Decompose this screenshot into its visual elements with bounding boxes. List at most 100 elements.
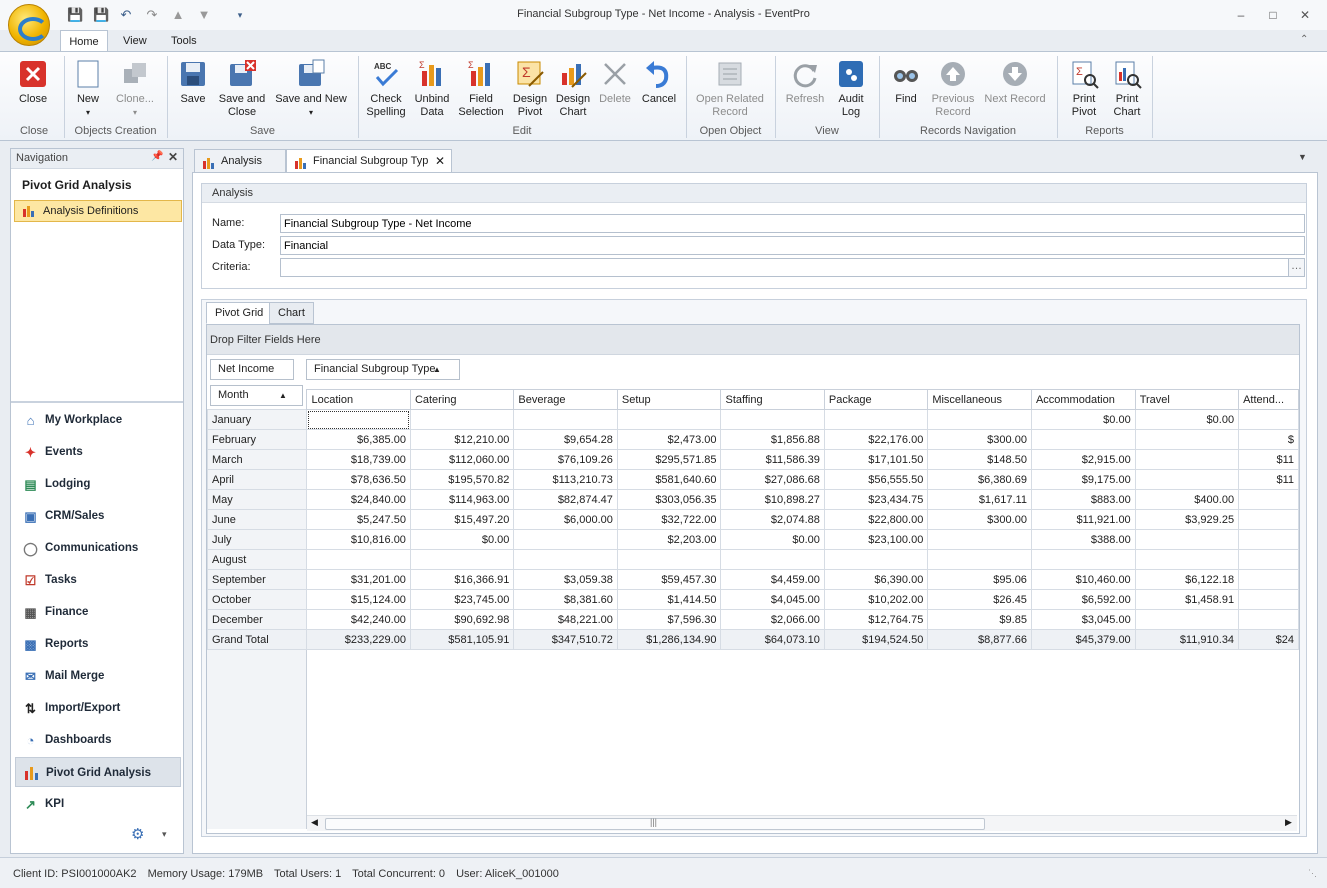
data-cell[interactable]: $42,240.00 [306,609,411,630]
data-cell[interactable]: $2,915.00 [1030,449,1136,470]
previous-record-button[interactable]: Previous Record [928,56,978,119]
data-cell[interactable]: $95.06 [927,569,1032,590]
data-cell[interactable]: $9.85 [927,609,1032,630]
save-button[interactable]: Save [176,56,210,106]
column-header[interactable]: Miscellaneous [927,389,1032,410]
data-cell[interactable]: $18,739.00 [306,449,411,470]
data-cell[interactable] [409,549,515,570]
nav-item-dashboards[interactable]: ◔ Dashboards [15,725,181,755]
data-cell[interactable] [513,409,618,430]
data-cell[interactable] [1134,609,1240,630]
data-cell[interactable] [1238,529,1299,550]
data-cell[interactable]: $0.00 [1030,409,1136,430]
data-cell[interactable] [409,409,515,430]
scroll-left-icon[interactable]: ◀ [311,817,318,828]
data-cell[interactable] [1238,489,1299,510]
data-cell[interactable]: $2,066.00 [720,609,825,630]
design-pivot-button[interactable]: Σ Design Pivot [510,56,550,119]
data-cell[interactable]: $31,201.00 [306,569,411,590]
ribbon-tab-home[interactable]: Home [60,30,108,52]
name-field[interactable] [280,214,1305,233]
grand-total-cell[interactable]: $1,286,134.90 [616,629,722,650]
grand-total-cell[interactable]: $347,510.72 [513,629,618,650]
data-cell[interactable]: $5,247.50 [306,509,411,530]
column-field-financial-subgroup[interactable]: Financial Subgroup Type ▲ [306,359,460,380]
app-logo-icon[interactable] [8,4,50,46]
find-button[interactable]: Find [888,56,924,106]
column-header[interactable]: Location [306,389,411,410]
data-cell[interactable]: $295,571.85 [616,449,722,470]
data-cell[interactable] [513,529,618,550]
column-header[interactable]: Catering [409,389,515,410]
data-cell[interactable]: $1,856.88 [720,429,825,450]
grand-total-cell[interactable]: $64,073.10 [720,629,825,650]
data-cell[interactable]: $883.00 [1030,489,1136,510]
tab-pivot-grid[interactable]: Pivot Grid [206,302,273,324]
maximize-icon[interactable]: □ [1264,7,1282,23]
data-cell[interactable] [513,549,618,570]
data-cell[interactable] [1238,589,1299,610]
data-cell[interactable]: $10,816.00 [306,529,411,550]
row-header[interactable]: October [207,589,308,610]
data-cell[interactable]: $11,921.00 [1030,509,1136,530]
refresh-button[interactable]: Refresh [782,56,828,106]
data-cell[interactable]: $22,800.00 [823,509,929,530]
nav-item-lodging[interactable]: ▤ Lodging [15,469,181,499]
column-header[interactable]: Setup [616,389,722,410]
data-cell[interactable]: $3,045.00 [1030,609,1136,630]
data-cell[interactable] [1030,549,1136,570]
data-cell[interactable]: $15,497.20 [409,509,515,530]
tab-chart[interactable]: Chart [269,302,314,324]
data-cell[interactable] [616,549,722,570]
data-cell[interactable]: $6,122.18 [1134,569,1240,590]
row-header[interactable]: January [207,409,308,430]
data-cell[interactable] [1238,569,1299,590]
data-cell[interactable]: $23,434.75 [823,489,929,510]
data-cell[interactable]: $303,056.35 [616,489,722,510]
data-cell[interactable] [720,409,825,430]
row-header[interactable]: December [207,609,308,630]
nav-analysis-definitions[interactable]: Analysis Definitions [14,200,182,222]
data-cell[interactable]: $27,086.68 [720,469,825,490]
data-cell[interactable] [823,409,929,430]
gear-icon[interactable]: ⚙ [131,825,144,843]
data-cell[interactable]: $11 [1238,449,1299,470]
open-related-record-button[interactable]: Open Related Record [692,56,768,119]
nav-item-reports[interactable]: ▩ Reports [15,629,181,659]
row-header[interactable]: June [207,509,308,530]
nav-item-pivot-grid-analysis[interactable]: Pivot Grid Analysis [15,757,181,787]
field-selection-button[interactable]: Σ Field Selection [458,56,504,119]
data-cell[interactable] [1134,529,1240,550]
data-type-field[interactable] [280,236,1305,255]
row-header[interactable]: March [207,449,308,470]
data-cell[interactable] [1238,409,1299,430]
nav-item-crm-sales[interactable]: ▣ CRM/Sales [15,501,181,531]
grand-total-cell[interactable]: $8,877.66 [927,629,1032,650]
resize-grip-icon[interactable]: ⋱ [1308,868,1317,879]
horizontal-scrollbar[interactable]: ◀ ||| ▶ [307,815,1297,831]
data-cell[interactable]: $82,874.47 [513,489,618,510]
column-header[interactable]: Package [823,389,929,410]
data-cell[interactable]: $1,617.11 [927,489,1032,510]
data-cell[interactable]: $400.00 [1134,489,1240,510]
grand-total-cell[interactable]: $233,229.00 [306,629,411,650]
nav-item-tasks[interactable]: ☑ Tasks [15,565,181,595]
data-cell[interactable] [1134,429,1240,450]
data-cell[interactable]: $113,210.73 [513,469,618,490]
row-header[interactable]: May [207,489,308,510]
data-cell[interactable]: $11 [1238,469,1299,490]
data-cell[interactable]: $15,124.00 [306,589,411,610]
scroll-right-icon[interactable]: ▶ [1285,817,1292,828]
data-cell[interactable]: $6,000.00 [513,509,618,530]
minimize-icon[interactable]: – [1232,7,1250,23]
data-cell[interactable]: $10,898.27 [720,489,825,510]
data-cell[interactable] [823,549,929,570]
nav-item-finance[interactable]: ▦ Finance [15,597,181,627]
column-header[interactable]: Attend... [1238,389,1299,410]
data-cell[interactable]: $56,555.50 [823,469,929,490]
close-pane-icon[interactable]: ✕ [168,150,178,164]
nav-item-mail-merge[interactable]: ✉ Mail Merge [15,661,181,691]
data-cell[interactable] [1134,549,1240,570]
tab-list-dropdown-icon[interactable]: ▼ [1298,152,1307,162]
data-cell[interactable]: $195,570.82 [409,469,515,490]
